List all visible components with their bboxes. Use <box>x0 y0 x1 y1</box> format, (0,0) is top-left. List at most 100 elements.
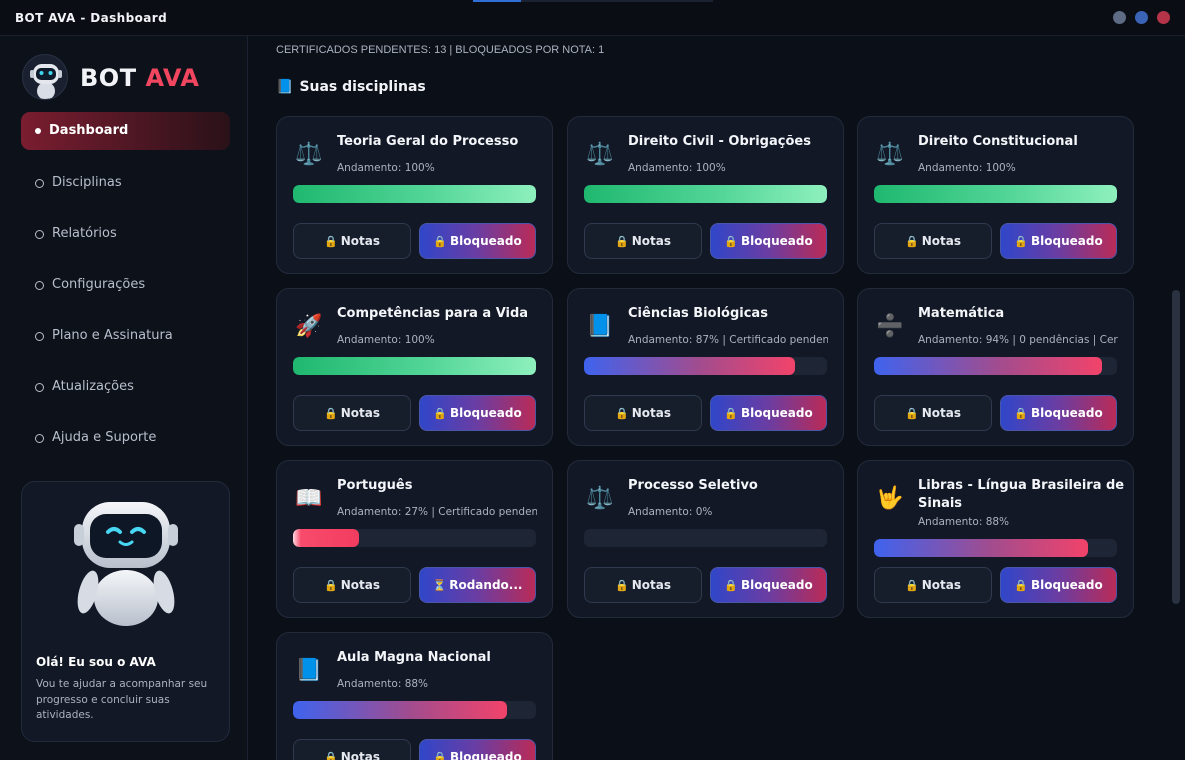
nav-item-atualizacoes[interactable]: Atualizações <box>21 368 230 406</box>
course-status: Andamento: 100% <box>337 334 435 346</box>
course-card: ⚖️ Direito Civil - Obrigações Andamento: 1… <box>567 116 844 274</box>
course-card: ⚖️ Processo Seletivo Andamento: 0% 🔒 Notas 🔒 B… <box>567 460 844 618</box>
vertical-scrollbar[interactable] <box>1172 290 1180 604</box>
course-status: Andamento: 0% <box>628 506 713 518</box>
notas-button[interactable]: 🔒 Notas <box>584 567 702 603</box>
notas-button[interactable]: 🔒 Notas <box>293 223 411 259</box>
nav-label: Ajuda e Suporte <box>52 430 157 445</box>
state-label: Bloqueado <box>1030 578 1103 592</box>
maximize-button[interactable] <box>1135 11 1148 24</box>
minimize-button[interactable] <box>1113 11 1126 24</box>
nav-item-ajuda[interactable]: Ajuda e Suporte <box>21 419 230 457</box>
course-title: Libras - Língua Brasileira de Sinais <box>918 478 1125 511</box>
window-title: BOT AVA - Dashboard <box>15 11 168 25</box>
close-button[interactable] <box>1157 11 1170 24</box>
scales-icon: ⚖️ <box>586 486 614 511</box>
state-button[interactable]: ⏳ Rodando... <box>419 567 536 603</box>
course-status: Andamento: 27% | Certificado pendent <box>337 506 537 518</box>
progress-fill <box>293 185 536 203</box>
circle-icon <box>35 434 44 443</box>
notas-button[interactable]: 🔒 Notas <box>584 223 702 259</box>
progress-fill <box>293 357 536 375</box>
lock-icon: 🔒 <box>615 235 629 248</box>
state-button[interactable]: 🔒 Bloqueado <box>1000 223 1117 259</box>
state-label: Bloqueado <box>740 406 813 420</box>
nav-item-dashboard[interactable]: Dashboard <box>21 112 230 150</box>
course-title: Direito Constitucional <box>918 134 1078 149</box>
course-card: ⚖️ Direito Constitucional Andamento: 100% 🔒… <box>857 116 1134 274</box>
state-button[interactable]: 🔒 Bloqueado <box>1000 395 1117 431</box>
progress-bar <box>584 357 827 375</box>
assistant-title: Olá! Eu sou o AVA <box>36 655 156 669</box>
notas-label: Notas <box>340 406 380 420</box>
section-title: 📘 Suas disciplinas <box>276 79 426 95</box>
course-title: Português <box>337 478 413 493</box>
lock-icon: 🔒 <box>615 579 629 592</box>
notas-label: Notas <box>631 578 671 592</box>
lock-icon: 🔒 <box>324 407 338 420</box>
state-button[interactable]: 🔒 Bloqueado <box>419 395 536 431</box>
notas-button[interactable]: 🔒 Notas <box>584 395 702 431</box>
assistant-card: Olá! Eu sou o AVA Vou te ajudar a acompa… <box>21 481 230 742</box>
nav-item-relatorios[interactable]: Relatórios <box>21 215 230 253</box>
nav-item-configuracoes[interactable]: Configurações <box>21 266 230 304</box>
lock-icon: 🔒 <box>1014 235 1028 248</box>
book-icon: 📘 <box>295 658 323 683</box>
course-status: Andamento: 100% <box>918 162 1016 174</box>
section-title-text: Suas disciplinas <box>299 79 426 95</box>
course-card: ➗ Matemática Andamento: 94% | 0 pendências… <box>857 288 1134 446</box>
state-button[interactable]: 🔒 Bloqueado <box>419 223 536 259</box>
course-card: 📘 Aula Magna Nacional Andamento: 88% 🔒 Notas… <box>276 632 553 760</box>
notas-button[interactable]: 🔒 Notas <box>874 395 992 431</box>
rocket-icon: 🚀 <box>295 314 323 339</box>
nav-label: Atualizações <box>52 379 134 394</box>
progress-fill <box>584 357 796 375</box>
lock-icon: 🔒 <box>615 407 629 420</box>
nav-item-disciplinas[interactable]: Disciplinas <box>21 164 230 202</box>
state-label: Bloqueado <box>1030 234 1103 248</box>
assistant-text: Vou te ajudar a acompanhar seu progresso… <box>36 678 208 721</box>
state-label: Bloqueado <box>449 750 522 760</box>
progress-bar <box>293 185 536 203</box>
course-title: Processo Seletivo <box>628 478 758 493</box>
state-button[interactable]: 🔒 Bloqueado <box>710 567 827 603</box>
course-title: Ciências Biológicas <box>628 306 768 321</box>
notas-button[interactable]: 🔒 Notas <box>293 395 411 431</box>
notas-label: Notas <box>340 578 380 592</box>
state-label: Bloqueado <box>1030 406 1103 420</box>
title-bar: BOT AVA - Dashboard <box>0 0 1185 36</box>
hourglass-icon: ⏳ <box>432 579 447 592</box>
nav-item-plano[interactable]: Plano e Assinatura <box>21 317 230 355</box>
state-button[interactable]: 🔒 Bloqueado <box>419 739 536 760</box>
course-card: ⚖️ Teoria Geral do Processo Andamento: 100… <box>276 116 553 274</box>
notas-label: Notas <box>631 406 671 420</box>
circle-icon <box>35 383 44 392</box>
notas-button[interactable]: 🔒 Notas <box>874 567 992 603</box>
state-button[interactable]: 🔒 Bloqueado <box>710 395 827 431</box>
course-card: 🤟 Libras - Língua Brasileira de Sinais And… <box>857 460 1134 618</box>
robot-logo-icon <box>22 54 68 100</box>
state-button[interactable]: 🔒 Bloqueado <box>710 223 827 259</box>
notas-button[interactable]: 🔒 Notas <box>293 567 411 603</box>
nav-label: Disciplinas <box>52 175 122 190</box>
progress-bar <box>584 185 827 203</box>
notas-label: Notas <box>631 234 671 248</box>
progress-fill <box>874 539 1088 557</box>
lock-icon: 🔒 <box>433 407 447 420</box>
brand-name: BOT AVA <box>80 64 199 92</box>
scales-icon: ⚖️ <box>295 142 323 167</box>
lock-icon: 🔒 <box>724 235 738 248</box>
lock-icon: 🔒 <box>905 235 919 248</box>
nav-label: Plano e Assinatura <box>52 328 173 343</box>
notas-button[interactable]: 🔒 Notas <box>874 223 992 259</box>
circle-icon <box>35 332 44 341</box>
brand-part1: BOT <box>80 64 137 92</box>
notas-button[interactable]: 🔒 Notas <box>293 739 411 760</box>
progress-fill <box>874 357 1103 375</box>
lock-icon: 🔒 <box>905 407 919 420</box>
top-tab-strip <box>473 0 713 2</box>
state-button[interactable]: 🔒 Bloqueado <box>1000 567 1117 603</box>
state-label: Rodando... <box>449 578 523 592</box>
progress-bar <box>293 357 536 375</box>
lock-icon: 🔒 <box>724 407 738 420</box>
